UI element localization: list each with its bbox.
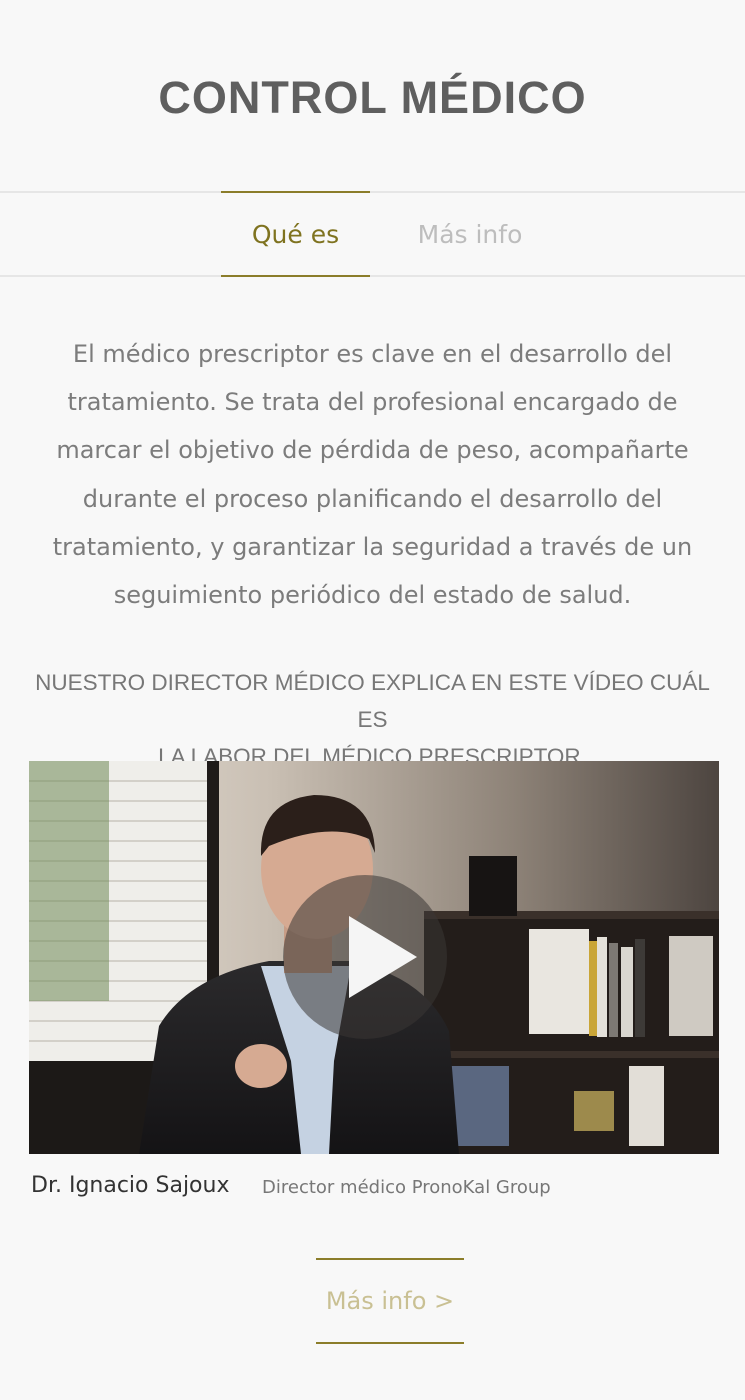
video-thumbnail [29,761,719,1154]
mas-info-link[interactable]: Más info > [316,1258,464,1344]
video-player[interactable] [29,761,719,1154]
tab-que-es[interactable]: Qué es [221,191,370,277]
video-heading: NUESTRO DIRECTOR MÉDICO EXPLICA EN ESTE … [25,664,720,775]
intro-line: El médico prescriptor es clave en el des… [72,340,673,368]
intro-line: marcar el objetivo de pérdida de peso, a… [56,436,689,465]
speaker-name: Dr. Ignacio Sajoux [31,1173,230,1198]
page-title: CONTROL MÉDICO [158,72,587,123]
tab-bar: Qué es Más info [0,191,745,277]
intro-text: El médico prescriptor es clave en el des… [40,330,705,619]
intro-line: durante el proceso planificando el desar… [82,484,663,513]
video-heading-line: NUESTRO DIRECTOR MÉDICO EXPLICA EN ESTE … [35,670,710,732]
intro-line: tratamiento, y garantizar la seguridad a… [52,532,693,561]
speaker-role: Director médico PronoKal Group [262,1177,551,1198]
intro-line: seguimiento periódico del estado de salu… [113,581,632,610]
tab-mas-info[interactable]: Más info [395,191,545,277]
intro-line: tratamiento. Se trata del profesional en… [67,388,678,417]
